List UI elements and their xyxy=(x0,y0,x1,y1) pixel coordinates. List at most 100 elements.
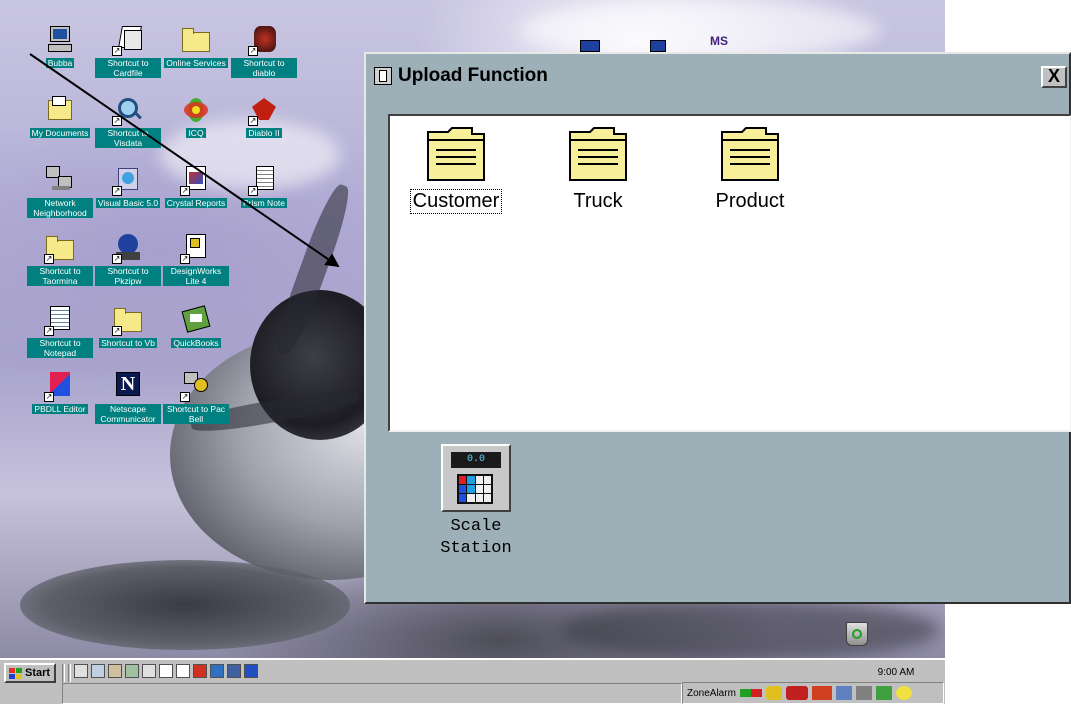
desktop-icon-label: Netscape Communicator xyxy=(95,404,161,424)
desktop-icon-online-services[interactable]: Online Services xyxy=(163,24,229,68)
desktop-icon-pac-bell[interactable]: ↗ Shortcut to Pac Bell xyxy=(163,370,229,424)
scale-label-line1: Scale xyxy=(450,517,502,536)
system-tray: ZoneAlarm xyxy=(682,682,944,704)
desktop-icon-label: ICQ xyxy=(186,128,206,138)
desktop-icon-label: Shortcut to Notepad xyxy=(27,338,93,358)
desktop-icon-label: Shortcut to Pkzipw xyxy=(95,266,161,286)
monitor-tray-icon[interactable] xyxy=(875,686,892,700)
designworks-icon: ↗ xyxy=(180,232,212,264)
desktop-icon-label: PBDLL Editor xyxy=(32,404,88,414)
partial-top-icon[interactable] xyxy=(650,40,666,52)
window-titlebar[interactable]: Upload Function X xyxy=(366,54,1069,98)
screen: Bubba ↗ Shortcut to Cardfile Online Serv… xyxy=(0,0,1071,704)
scale-station-icon: 0.0 xyxy=(441,444,511,512)
desktop-icon-designworks[interactable]: ↗ DesignWorks Lite 4 xyxy=(163,232,229,286)
window-title: Upload Function xyxy=(398,65,548,86)
desktop-icon-label: Network Neighborhood xyxy=(27,198,93,218)
bulb-icon[interactable] xyxy=(895,686,912,700)
scale-display: 0.0 xyxy=(451,452,501,468)
documents-folder-icon xyxy=(44,94,76,126)
desktop-icon-label: My Documents xyxy=(29,128,91,138)
folder-truck[interactable]: Truck xyxy=(548,126,648,213)
visual-basic-icon: ↗ xyxy=(112,164,144,196)
recycle-bin-icon[interactable] xyxy=(846,622,868,646)
diablo2-icon: ↗ xyxy=(248,94,280,126)
desktop-icon-label: Visual Basic 5.0 xyxy=(95,198,161,208)
quick-launch-icon[interactable] xyxy=(91,664,105,678)
quick-launch-icon[interactable] xyxy=(125,664,139,678)
windows-flag-icon xyxy=(9,667,22,679)
desktop-icon-pbdll-editor[interactable]: ↗ PBDLL Editor xyxy=(27,370,93,414)
notepad-icon: ↗ xyxy=(44,304,76,336)
desktop-icon-pkzipw[interactable]: ↗ Shortcut to Pkzipw xyxy=(95,232,161,286)
desktop-icon-label: Crystal Reports xyxy=(164,198,228,208)
quick-launch-icon[interactable] xyxy=(108,664,122,678)
folder-product[interactable]: Product xyxy=(700,126,800,213)
desktop-icon-my-documents[interactable]: My Documents xyxy=(27,94,93,138)
scale-station-button[interactable]: 0.0 Scale Station xyxy=(416,444,536,560)
desktop-icon-diablo[interactable]: ↗ Shortcut to diablo xyxy=(231,24,297,78)
desktop-icon-icq[interactable]: ICQ xyxy=(163,94,229,138)
partial-top-icon[interactable] xyxy=(580,40,600,52)
quick-launch-icon[interactable] xyxy=(227,664,241,678)
folder-icon xyxy=(426,126,486,182)
desktop-icon-visdata[interactable]: ↗ Shortcut to Visdata xyxy=(95,94,161,148)
desktop-icon-label: Online Services xyxy=(164,58,228,68)
zonealarm-label[interactable]: ZoneAlarm xyxy=(687,688,736,699)
netscape-icon: N xyxy=(112,370,144,402)
quick-launch-bar xyxy=(74,664,258,678)
network-tray-icon[interactable] xyxy=(835,686,852,700)
quick-launch-icon[interactable] xyxy=(74,664,88,678)
partial-top-icon-ms[interactable]: MS xyxy=(710,34,728,48)
desktop-icon-label: Shortcut to Taormina xyxy=(27,266,93,286)
close-button[interactable]: X xyxy=(1041,66,1067,88)
quick-launch-icon[interactable] xyxy=(244,664,258,678)
taskbar-separator xyxy=(68,664,71,682)
desktop-icon-quickbooks[interactable]: QuickBooks xyxy=(163,304,229,348)
desktop-icon-taormina[interactable]: ↗ Shortcut to Taormina xyxy=(27,232,93,286)
pb-icon: ↗ xyxy=(44,370,76,402)
start-label: Start xyxy=(25,667,51,679)
desktop-icon-label: Shortcut to Cardfile xyxy=(95,58,161,78)
network-icon xyxy=(44,164,76,196)
clock[interactable]: 9:00 AM xyxy=(850,662,942,682)
taskbar: Start 9:00 AM ZoneAlarm xyxy=(0,658,945,704)
desktop-icon-vb[interactable]: ↗ Shortcut to Vb xyxy=(95,304,161,348)
notepad-page-icon: ↗ xyxy=(248,164,280,196)
desktop-icon-network-neighborhood[interactable]: Network Neighborhood xyxy=(27,164,93,218)
desktop-icon-notepad[interactable]: ↗ Shortcut to Notepad xyxy=(27,304,93,358)
diablo-icon: ↗ xyxy=(248,24,280,56)
zonealarm-meter-icon[interactable] xyxy=(739,689,762,697)
window-app-icon xyxy=(374,67,392,85)
quick-launch-icon[interactable] xyxy=(176,664,190,678)
speaker-icon[interactable] xyxy=(855,686,872,700)
lock-icon[interactable] xyxy=(765,686,782,700)
desktop-icon-label: Shortcut to Pac Bell xyxy=(163,404,229,424)
quick-launch-icon[interactable] xyxy=(159,664,173,678)
folder-label: Truck xyxy=(573,190,623,212)
desktop-icon-label: DesignWorks Lite 4 xyxy=(163,266,229,286)
pacbell-icon: ↗ xyxy=(180,370,212,402)
desktop-icon-label: Prism Note xyxy=(240,198,288,208)
crystal-reports-icon: ↗ xyxy=(180,164,212,196)
desktop-icon-crystal-reports[interactable]: ↗ Crystal Reports xyxy=(163,164,229,208)
folder-icon xyxy=(720,126,780,182)
desktop-icon-label: Shortcut to Visdata xyxy=(95,128,161,148)
desktop-icon-label: Shortcut to Vb xyxy=(99,338,157,348)
folder-icon xyxy=(180,24,212,56)
desktop-icon-diablo-ii[interactable]: ↗ Diablo II xyxy=(231,94,297,138)
visdata-icon: ↗ xyxy=(112,94,144,126)
start-button[interactable]: Start xyxy=(4,663,56,683)
folder-customer[interactable]: Customer xyxy=(406,126,506,214)
quick-launch-icon[interactable] xyxy=(142,664,156,678)
desktop-icon-prism-note[interactable]: ↗ Prism Note xyxy=(231,164,297,208)
desktop-icon-cardfile[interactable]: ↗ Shortcut to Cardfile xyxy=(95,24,161,78)
quick-launch-icon[interactable] xyxy=(210,664,224,678)
desktop-icon-netscape[interactable]: N Netscape Communicator xyxy=(95,370,161,424)
icq-flower-icon xyxy=(180,94,212,126)
zone-icon[interactable] xyxy=(811,686,832,700)
stop-icon[interactable] xyxy=(785,686,808,700)
desktop-icon-bubba[interactable]: Bubba xyxy=(27,24,93,68)
desktop-icon-visual-basic[interactable]: ↗ Visual Basic 5.0 xyxy=(95,164,161,208)
quick-launch-icon[interactable] xyxy=(193,664,207,678)
